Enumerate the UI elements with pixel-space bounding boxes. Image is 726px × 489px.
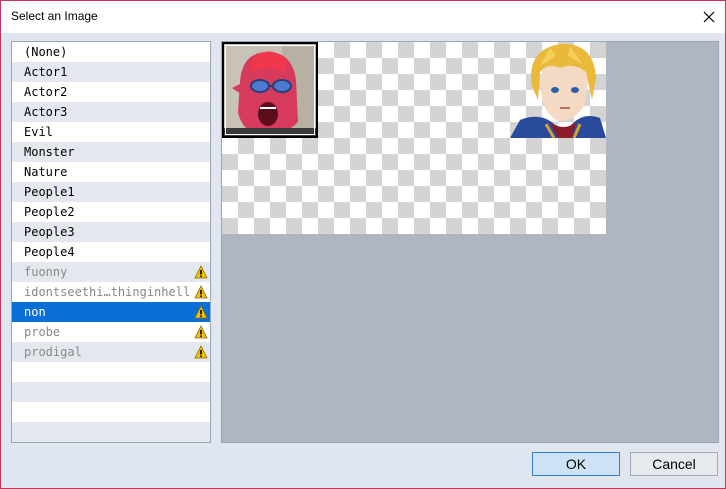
list-item[interactable]: probe — [12, 322, 210, 342]
warning-icon — [194, 345, 208, 359]
list-item-label: People3 — [24, 225, 75, 239]
face-slot-red-face[interactable] — [222, 42, 318, 138]
list-item-label: Nature — [24, 165, 68, 179]
preview-canvas[interactable] — [222, 42, 606, 234]
warning-icon — [194, 265, 208, 279]
list-item[interactable]: Evil — [12, 122, 210, 142]
list-item[interactable]: People4 — [12, 242, 210, 262]
list-item[interactable]: (None) — [12, 42, 210, 62]
list-item[interactable]: Actor3 — [12, 102, 210, 122]
list-item-label: Evil — [24, 125, 53, 139]
list-item-label: idontseethi…thinginhell — [24, 285, 191, 299]
list-item — [12, 382, 210, 402]
warning-icon — [194, 285, 208, 299]
close-icon — [703, 11, 715, 23]
list-item — [12, 362, 210, 382]
list-item-label: Actor2 — [24, 85, 68, 99]
list-item-label: non — [24, 305, 46, 319]
image-preview[interactable] — [221, 41, 719, 443]
list-item[interactable]: Monster — [12, 142, 210, 162]
face-slot-blond-hero[interactable] — [510, 42, 606, 139]
list-item-label: prodigal — [24, 345, 82, 359]
dialog-title: Select an Image — [11, 9, 98, 23]
list-item — [12, 402, 210, 422]
list-item-label: probe — [24, 325, 61, 339]
list-item[interactable]: Actor1 — [12, 62, 210, 82]
list-item[interactable]: Actor2 — [12, 82, 210, 102]
cancel-button[interactable]: Cancel — [630, 452, 718, 476]
list-item[interactable]: fuonny — [12, 262, 210, 282]
list-item[interactable]: idontseethi…thinginhell — [12, 282, 210, 302]
close-button[interactable] — [693, 1, 725, 33]
dialog-body: (None) Actor1 Actor2 Actor3 Evil Monster Natur… — [1, 33, 725, 488]
warning-icon — [194, 305, 208, 319]
ok-button[interactable]: OK — [532, 452, 620, 476]
image-list[interactable]: (None) Actor1 Actor2 Actor3 Evil Monster Natur… — [11, 41, 211, 443]
select-image-dialog: Select an Image (None) Actor1 Actor2 Actor3… — [0, 0, 726, 489]
list-item-label: Actor3 — [24, 105, 68, 119]
list-item[interactable]: non — [12, 302, 210, 322]
list-item[interactable]: prodigal — [12, 342, 210, 362]
list-item[interactable]: People2 — [12, 202, 210, 222]
list-item-label: People1 — [24, 185, 75, 199]
list-item[interactable]: People3 — [12, 222, 210, 242]
list-item-label: (None) — [24, 45, 68, 59]
list-item-label: Monster — [24, 145, 75, 159]
list-item-label: Actor1 — [24, 65, 68, 79]
title-bar: Select an Image — [1, 1, 725, 33]
list-item[interactable]: People1 — [12, 182, 210, 202]
warning-icon — [194, 325, 208, 339]
list-item-label: People2 — [24, 205, 75, 219]
list-item — [12, 422, 210, 442]
list-item-label: fuonny — [24, 265, 68, 279]
face-selection-frame — [222, 42, 318, 138]
list-item[interactable]: Nature — [12, 162, 210, 182]
blond-hero-image — [510, 43, 606, 139]
list-item-label: People4 — [24, 245, 75, 259]
